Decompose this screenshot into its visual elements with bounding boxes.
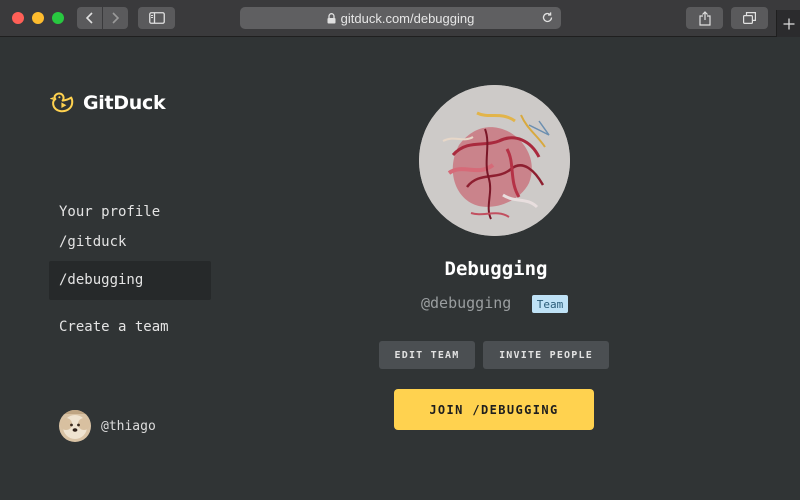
browser-toolbar: gitduck.com/debugging [0,0,800,37]
sidebar-item-debugging[interactable]: /debugging [59,272,143,288]
new-tab-button[interactable] [776,10,800,37]
edit-team-button[interactable]: EDIT TEAM [379,341,475,369]
user-handle: @thiago [101,418,156,434]
back-button[interactable] [77,7,102,29]
current-user[interactable]: @thiago [59,410,156,442]
address-bar[interactable]: gitduck.com/debugging [240,7,561,29]
duck-logo-icon [50,92,74,113]
forward-button[interactable] [102,7,127,29]
history-navigation [77,7,128,29]
invite-people-button[interactable]: INVITE PEOPLE [483,341,609,369]
team-avatar [419,85,570,236]
team-handle: @debugging [421,294,512,312]
share-icon [698,10,711,26]
sidebar-item-your-profile[interactable]: Your profile [59,204,160,220]
brand-name: GitDuck [83,91,166,114]
sidebar-item-gitduck[interactable]: /gitduck [59,234,126,250]
tabs-overview-button[interactable] [731,7,768,29]
sidebar-item-create-team[interactable]: Create a team [59,319,169,335]
lock-icon [327,12,336,24]
page-title: Debugging [444,258,548,280]
sidebar-toggle-button[interactable] [138,7,175,29]
sidebar-icon [148,12,165,24]
chevron-left-icon [85,12,93,24]
share-button[interactable] [686,7,723,29]
url-text: gitduck.com/debugging [340,10,475,26]
zoom-window-button[interactable] [52,12,64,24]
plus-icon [783,18,794,29]
minimize-window-button[interactable] [32,12,44,24]
tabs-overview-icon [743,12,756,24]
chevron-right-icon [112,12,119,24]
join-team-button[interactable]: JOIN /DEBUGGING [394,389,594,430]
reload-icon[interactable] [541,11,554,24]
gitduck-logo[interactable]: GitDuck [50,89,166,116]
avatar [59,410,91,442]
team-badge: Team [532,295,568,313]
close-window-button[interactable] [12,12,24,24]
